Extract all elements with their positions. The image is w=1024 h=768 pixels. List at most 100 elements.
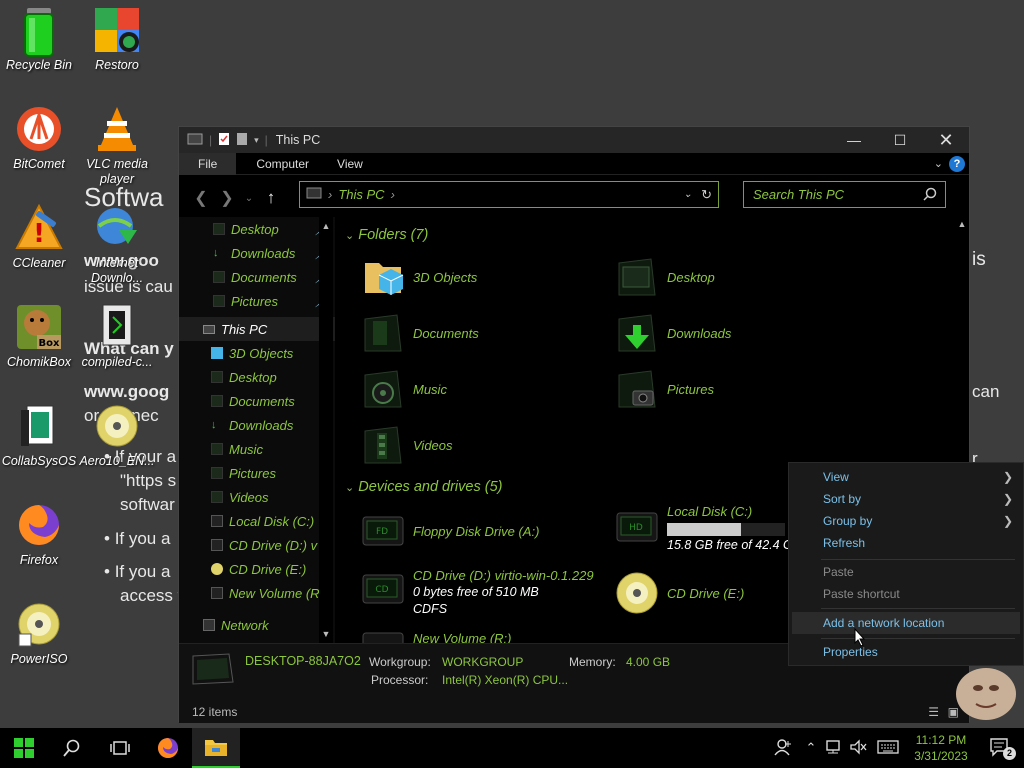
action-center-button[interactable]: 2 <box>976 737 1024 760</box>
nav-local-disk-c[interactable]: Local Disk (C:) <box>211 509 335 533</box>
nav-videos[interactable]: Videos <box>211 485 335 509</box>
maximize-button[interactable]: ☐ <box>877 127 923 153</box>
nav-pictures[interactable]: Pictures <box>211 461 335 485</box>
keyboard-icon[interactable] <box>870 739 906 757</box>
clock[interactable]: 11:12 PM 3/31/2023 <box>906 732 976 764</box>
nav-documents[interactable]: Documents <box>211 389 335 413</box>
desktop-icon-ccleaner[interactable]: ! CCleaner <box>0 203 81 271</box>
folder-downloads[interactable]: Downloads <box>615 311 731 355</box>
nav-quick-pictures[interactable]: Pictures📌 <box>213 289 335 313</box>
desktop-icon-bitcomet[interactable]: BitComet <box>0 105 81 172</box>
nav-quick-downloads[interactable]: ↓Downloads📌 <box>213 241 335 265</box>
expand-ribbon-icon[interactable]: ⌄ <box>934 157 943 170</box>
nav-new-volume[interactable]: New Volume (R <box>211 581 335 605</box>
nav-quick-documents[interactable]: Documents📌 <box>213 265 335 289</box>
collapse-icon[interactable]: ⌄ <box>345 482 354 494</box>
folder-desktop[interactable]: Desktop <box>615 255 715 299</box>
folder-3d-objects[interactable]: 3D Objects <box>361 255 477 299</box>
details-view-icon[interactable]: ☰ <box>928 701 939 723</box>
desktop-icon-collabsysos[interactable]: CollabSysOS <box>0 402 81 469</box>
nav-music[interactable]: Music <box>211 437 335 461</box>
folder-music[interactable]: Music <box>361 367 447 411</box>
scroll-down-icon[interactable]: ▼ <box>319 629 333 639</box>
nav-network[interactable]: Network <box>179 613 335 637</box>
start-button[interactable] <box>0 728 48 768</box>
people-icon[interactable] <box>766 738 800 759</box>
properties-icon[interactable] <box>218 132 230 149</box>
drive-floppy-a[interactable]: FD Floppy Disk Drive (A:) <box>361 509 539 553</box>
task-view-button[interactable] <box>96 728 144 768</box>
help-icon[interactable]: ? <box>949 156 965 172</box>
volume-muted-icon[interactable] <box>846 738 870 758</box>
desktop-icon-aero10[interactable]: Aero10_EN... <box>75 402 159 469</box>
address-row: ❮ ❯ ⌄ ↑ › This PC › ⌄ ↻ Search This PC <box>179 175 969 221</box>
devices-section-header[interactable]: ⌄ Devices and drives (5) <box>345 479 502 495</box>
menu-item-refresh[interactable]: Refresh <box>823 533 865 553</box>
folders-section-header[interactable]: ⌄ Folders (7) <box>345 227 428 243</box>
tab-computer[interactable]: Computer <box>236 153 323 175</box>
nav-3d-objects[interactable]: 3D Objects <box>211 341 335 365</box>
nav-desktop[interactable]: Desktop <box>211 365 335 389</box>
drive-local-c[interactable]: HD Local Disk (C:) 15.8 GB free of 42.4 … <box>615 504 793 552</box>
nav-scrollbar[interactable]: ▲ ▼ <box>319 217 333 643</box>
tab-file[interactable]: File <box>179 152 237 175</box>
menu-item-group-by[interactable]: Group by <box>823 511 872 531</box>
nav-this-pc[interactable]: This PC <box>179 317 335 341</box>
folder-videos[interactable]: Videos <box>361 423 453 467</box>
address-bar[interactable]: › This PC › ⌄ ↻ <box>299 181 719 208</box>
workgroup-value: WORKGROUP <box>442 655 524 669</box>
drive-new-volume-r[interactable]: New Volume (R:) <box>361 625 511 643</box>
recent-locations-button[interactable]: ⌄ <box>240 193 258 204</box>
scroll-up-icon[interactable]: ▲ <box>319 221 333 231</box>
back-button[interactable]: ❮ <box>188 188 214 208</box>
new-folder-icon[interactable] <box>236 132 248 149</box>
network-tray-icon[interactable] <box>822 739 846 758</box>
desktop-icon-compiled[interactable]: compiled-c... <box>75 303 159 370</box>
desktop-icon-chomikbox[interactable]: Box ChomikBox <box>0 303 81 370</box>
desktop-icon-firefox[interactable]: Firefox <box>0 501 81 568</box>
breadcrumb-this-pc[interactable]: This PC <box>338 187 384 202</box>
nav-item-label: CD Drive (E:) <box>229 561 307 577</box>
title-bar[interactable]: | ▾ | This PC — ☐ ✕ <box>179 127 969 153</box>
nav-cd-drive-d[interactable]: CD Drive (D:) v <box>211 533 335 557</box>
close-button[interactable]: ✕ <box>923 127 969 153</box>
menu-item-add-network-location[interactable]: Add a network location <box>823 613 944 633</box>
nav-downloads[interactable]: ↓ Downloads <box>211 413 335 437</box>
firefox-taskbar-icon[interactable] <box>144 728 192 768</box>
drive-cd-d[interactable]: CD CD Drive (D:) virtio-win-0.1.229 0 by… <box>361 567 594 618</box>
folder-name: Pictures <box>667 381 714 397</box>
drive-name: CD Drive (E:) <box>667 585 745 601</box>
menu-item-paste[interactable]: Paste <box>823 562 854 582</box>
menu-item-paste-shortcut[interactable]: Paste shortcut <box>823 584 900 604</box>
desktop-icon-internet-download-manager[interactable]: Internet Downlo... <box>75 204 159 286</box>
nav-cd-drive-e[interactable]: CD Drive (E:) <box>211 557 335 581</box>
collapse-icon[interactable]: ⌄ <box>345 230 354 242</box>
up-button[interactable]: ↑ <box>258 188 284 208</box>
address-dropdown-icon[interactable]: ⌄ <box>684 189 692 200</box>
minimize-button[interactable]: — <box>831 127 877 153</box>
desktop-icon-poweriso[interactable]: PowerISO <box>0 600 81 667</box>
folder-pictures[interactable]: Pictures <box>615 367 714 411</box>
tab-view[interactable]: View <box>323 153 377 175</box>
file-explorer-taskbar-icon[interactable] <box>192 728 240 768</box>
menu-item-sort-by[interactable]: Sort by <box>823 489 861 509</box>
nav-quick-desktop[interactable]: Desktop📌 <box>213 217 335 241</box>
bg-software-text: softwar <box>120 495 175 514</box>
search-input[interactable]: Search This PC <box>743 181 946 208</box>
customize-toolbar-icon[interactable]: ▾ <box>254 135 259 146</box>
clock-date: 3/31/2023 <box>914 749 968 763</box>
desktop-icon-recycle-bin[interactable]: Recycle Bin <box>0 6 81 73</box>
nav-item-label: Network <box>221 617 269 633</box>
search-button[interactable] <box>48 728 96 768</box>
folder-documents[interactable]: Documents <box>361 311 479 355</box>
show-hidden-icons-button[interactable]: ⌃ <box>800 740 822 756</box>
menu-item-view[interactable]: View <box>823 467 849 487</box>
drive-cd-e[interactable]: CD Drive (E:) <box>615 571 744 615</box>
scroll-up-icon[interactable]: ▲ <box>955 219 969 229</box>
desktop-icon-restoro[interactable]: Restoro <box>75 6 159 73</box>
forward-button[interactable]: ❯ <box>214 188 240 208</box>
menu-item-properties[interactable]: Properties <box>823 642 878 662</box>
desktop-icon-vlc[interactable]: VLC media player <box>75 105 159 187</box>
navigation-pane[interactable]: Desktop📌 ↓Downloads📌 Documents📌 Pictures… <box>179 217 335 643</box>
refresh-icon[interactable]: ↻ <box>701 187 712 203</box>
